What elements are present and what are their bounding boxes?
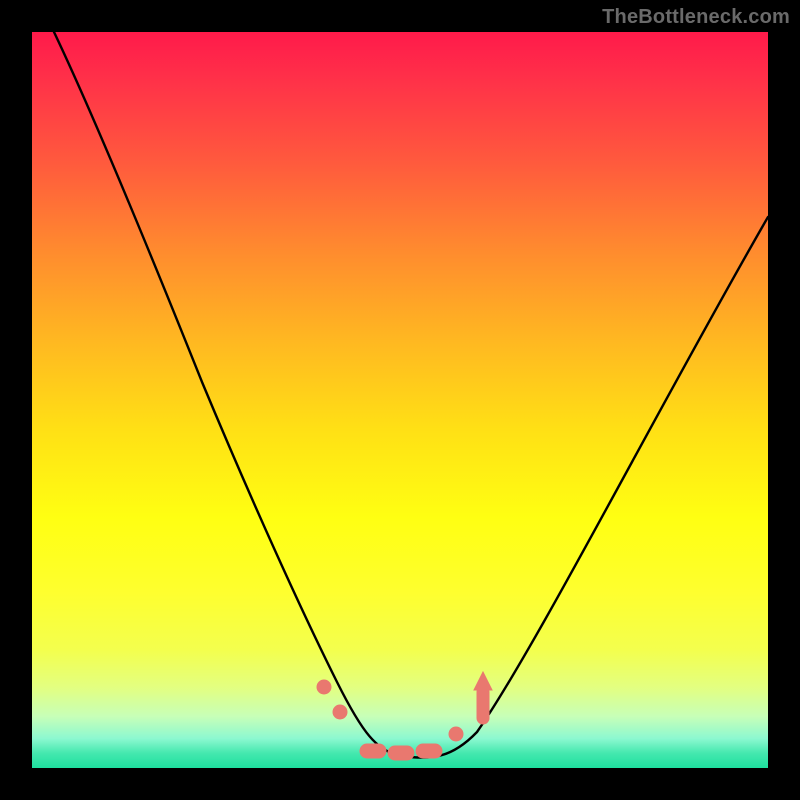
- watermark-text: TheBottleneck.com: [602, 6, 790, 29]
- chart-frame: TheBottleneck.com: [0, 0, 800, 800]
- flat-marker-3: [416, 744, 442, 758]
- right-marker-3: [474, 672, 492, 690]
- right-marker-1: [449, 727, 463, 741]
- flat-marker-2: [388, 746, 414, 760]
- chart-svg: [32, 32, 768, 768]
- right-marker-2: [477, 686, 489, 724]
- bottleneck-curve-path: [54, 32, 768, 758]
- marker-group: [317, 672, 492, 760]
- flat-marker-1: [360, 744, 386, 758]
- plot-area: [32, 32, 768, 768]
- left-marker-1: [317, 680, 331, 694]
- left-marker-2: [333, 705, 347, 719]
